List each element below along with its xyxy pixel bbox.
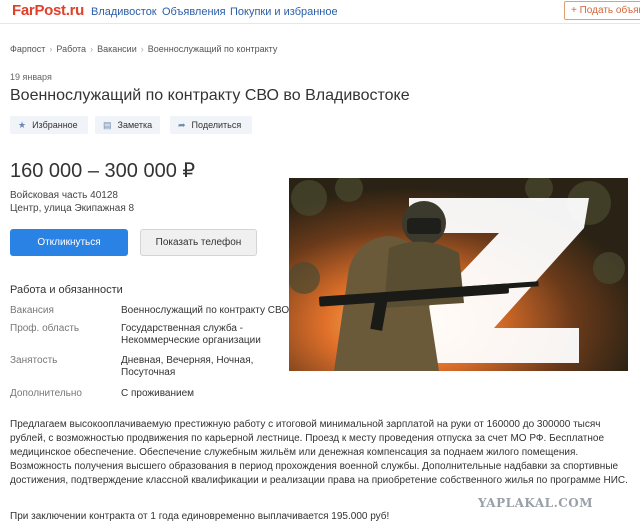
- breadcrumb-home[interactable]: Фарпост: [10, 44, 45, 54]
- address-line-1: Войсковая часть 40128: [10, 190, 118, 201]
- breadcrumb-vacancies[interactable]: Вакансии: [97, 44, 137, 54]
- share-icon: ➦: [178, 120, 186, 130]
- note-button[interactable]: ▤ Заметка: [95, 116, 160, 134]
- detail-value-area: Государственная служба - Некоммерческие …: [121, 323, 261, 346]
- post-date: 19 января: [10, 72, 52, 82]
- favorite-label: Избранное: [32, 120, 78, 130]
- description: Предлагаем высокооплачиваемую престижную…: [10, 419, 628, 486]
- detail-value-extra: С проживанием: [121, 388, 195, 399]
- breadcrumb-current[interactable]: Военнослужащий по контракту: [148, 44, 278, 54]
- show-phone-button[interactable]: Показать телефон: [140, 229, 257, 256]
- logo-text: FarPost: [12, 2, 66, 19]
- favorite-button[interactable]: ★ Избранное: [10, 116, 88, 134]
- soldier-image: [289, 178, 628, 371]
- watermark-logo: YAPLAKAL.COM: [478, 496, 594, 510]
- respond-button[interactable]: Откликнуться: [10, 229, 128, 256]
- section-title: Работа и обязанности: [10, 284, 123, 296]
- nav-city[interactable]: Владивосток: [91, 6, 157, 18]
- detail-value-employment: Дневная, Вечерняя, Ночная, Посуточная: [121, 355, 254, 378]
- post-ad-button[interactable]: + Подать объяв: [564, 1, 640, 20]
- nav-ads[interactable]: Объявления: [162, 6, 226, 18]
- breadcrumb-work[interactable]: Работа: [56, 44, 86, 54]
- salary-price: 160 000 – 300 000 ₽: [10, 160, 196, 182]
- share-label: Поделиться: [191, 120, 242, 130]
- detail-label-vacancy: Вакансия: [10, 305, 54, 316]
- detail-label-area: Проф. область: [10, 323, 80, 334]
- address-line-2: Центр, улица Экипажная 8: [10, 203, 135, 214]
- page-title: Военнослужащий по контракту СВО во Влади…: [10, 87, 410, 104]
- note-label: Заметка: [117, 120, 153, 130]
- top-bar: FarPost.ru Владивосток Объявления Покупк…: [0, 0, 640, 24]
- detail-label-extra: Дополнительно: [10, 388, 82, 399]
- nav-purchases[interactable]: Покупки и избранное: [230, 6, 338, 18]
- logo-tld: .ru: [65, 2, 85, 19]
- share-button[interactable]: ➦ Поделиться: [170, 116, 252, 134]
- farpost-logo[interactable]: FarPost.ru: [12, 2, 84, 19]
- ad-photo[interactable]: [289, 178, 628, 371]
- star-icon: ★: [18, 120, 27, 130]
- bonus-text: При заключении контракта от 1 года едино…: [10, 511, 390, 522]
- note-icon: ▤: [103, 120, 112, 130]
- detail-label-employment: Занятость: [10, 355, 58, 366]
- breadcrumb: Фарпост › Работа › Вакансии › Военнослужащий п…: [10, 44, 278, 54]
- detail-value-vacancy: Военнослужащий по контракту СВО: [121, 305, 290, 316]
